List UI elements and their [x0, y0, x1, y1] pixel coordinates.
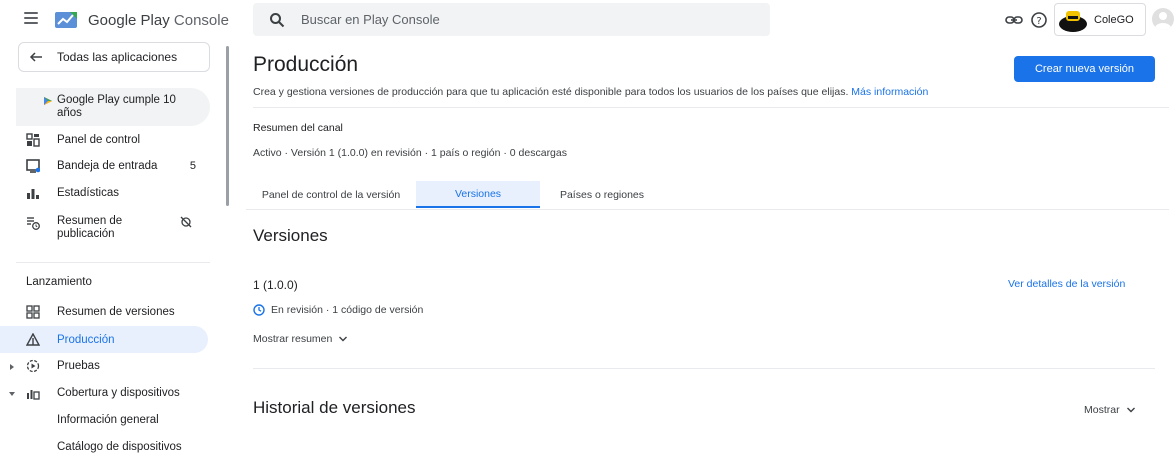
- all-apps-button[interactable]: Todas las aplicaciones: [18, 42, 210, 72]
- release-status-text: En revisión · 1 código de versión: [271, 304, 424, 316]
- sidebar-item-label: Resumen de versiones: [57, 306, 175, 318]
- sidebar-item-label: Pruebas: [57, 360, 100, 372]
- account-name: ColeGO: [1094, 13, 1134, 26]
- release-name: 1 (1.0.0): [253, 278, 298, 292]
- all-apps-label: Todas las aplicaciones: [57, 50, 178, 64]
- caret-right-icon: [10, 364, 14, 370]
- tab-release-dashboard[interactable]: Panel de control de la versión: [246, 181, 416, 208]
- promo-item[interactable]: Google Play cumple 10 años: [16, 88, 210, 126]
- inbox-icon: [26, 159, 40, 173]
- page-description: Crea y gestiona versiones de producción …: [253, 86, 928, 98]
- sidebar-item-label: Panel de control: [57, 134, 141, 146]
- create-release-button[interactable]: Crear nueva versión: [1014, 56, 1155, 82]
- chevron-down-icon: [1126, 407, 1135, 413]
- search-input[interactable]: [299, 11, 733, 28]
- promo-label: Google Play cumple 10 años: [57, 94, 176, 119]
- top-bar: Google Play Console ? ColeGO: [0, 0, 1176, 40]
- clock-icon: [253, 304, 265, 316]
- sidebar-item-label: Estadísticas: [57, 187, 119, 199]
- testing-icon: [26, 359, 40, 373]
- publishing-overview-icon: [27, 217, 40, 230]
- sidebar-item-publishing-overview[interactable]: Resumen de publicación: [0, 210, 210, 246]
- play-console-logo[interactable]: Google Play Console: [54, 8, 229, 32]
- release-status: En revisión · 1 código de versión: [253, 304, 423, 316]
- sidebar: Todas las aplicaciones Google Play cumpl…: [0, 40, 224, 457]
- channel-status: Activo · Versión 1 (1.0.0) en revisión ·…: [253, 147, 567, 159]
- more-info-link[interactable]: Más información: [851, 86, 928, 98]
- sidebar-item-production[interactable]: Producción: [0, 326, 208, 353]
- arrow-back-icon: [29, 52, 42, 62]
- caret-down-icon: [9, 392, 15, 396]
- search-bar[interactable]: [253, 3, 770, 36]
- help-icon[interactable]: ?: [1029, 10, 1049, 30]
- app-title: Google Play Console: [88, 11, 229, 29]
- sidebar-item-inbox[interactable]: Bandeja de entrada 5: [0, 154, 210, 178]
- sidebar-item-label: Bandeja de entrada: [57, 160, 158, 172]
- page-title: Producción: [253, 53, 359, 76]
- sidebar-subitem-device-catalog[interactable]: Catálogo de dispositivos: [57, 441, 182, 453]
- play-logo-icon: [44, 97, 52, 105]
- chevron-down-icon: [339, 336, 348, 342]
- link-icon[interactable]: [1004, 10, 1024, 30]
- tab-releases[interactable]: Versiones: [416, 181, 540, 208]
- header-divider: [253, 107, 1169, 108]
- section-title-launch: Lanzamiento: [26, 276, 92, 288]
- search-icon: [270, 12, 285, 27]
- sidebar-divider: [16, 262, 210, 263]
- tab-bar: Panel de control de la versión Versiones…: [246, 181, 1169, 210]
- sidebar-item-release-overview[interactable]: Resumen de versiones: [0, 300, 210, 324]
- developer-account-switcher[interactable]: ColeGO: [1054, 3, 1146, 36]
- section-divider: [253, 368, 1155, 369]
- sidebar-item-label: Resumen de publicación: [57, 215, 123, 240]
- sidebar-item-dashboard[interactable]: Panel de control: [0, 128, 210, 152]
- developer-logo-icon: [1059, 10, 1087, 32]
- channel-summary-title: Resumen del canal: [253, 122, 343, 134]
- play-console-logo-icon: [55, 12, 77, 28]
- sidebar-item-reach-devices[interactable]: Cobertura y dispositivos: [0, 381, 210, 405]
- show-summary-label: Mostrar resumen: [253, 333, 333, 345]
- avatar-icon: [1155, 12, 1171, 30]
- production-icon: [26, 332, 40, 346]
- show-summary-toggle[interactable]: Mostrar resumen: [253, 333, 348, 345]
- history-show-label: Mostrar: [1084, 404, 1120, 416]
- history-show-toggle[interactable]: Mostrar: [1084, 404, 1136, 416]
- hamburger-menu-icon[interactable]: [24, 12, 38, 24]
- view-release-details-link[interactable]: Ver detalles de la versión: [1008, 278, 1125, 290]
- user-avatar[interactable]: [1152, 8, 1174, 30]
- sidebar-item-testing[interactable]: Pruebas: [0, 354, 210, 378]
- sidebar-item-statistics[interactable]: Estadísticas: [0, 181, 210, 205]
- inbox-count-badge: 5: [189, 160, 196, 172]
- sync-disabled-icon: [180, 216, 192, 228]
- sidebar-item-label: Producción: [57, 333, 115, 346]
- svg-text:?: ?: [1036, 16, 1041, 27]
- sidebar-subitem-overview[interactable]: Información general: [57, 414, 159, 426]
- bar-chart-icon: [27, 189, 39, 199]
- release-history-heading: Historial de versiones: [253, 398, 416, 417]
- tab-countries-regions[interactable]: Países o regiones: [540, 181, 664, 208]
- dashboard-icon: [26, 133, 40, 147]
- sidebar-scrollbar[interactable]: [226, 46, 229, 206]
- versions-heading: Versiones: [253, 226, 328, 245]
- page-description-text: Crea y gestiona versiones de producción …: [253, 86, 849, 98]
- release-overview-icon: [26, 305, 40, 319]
- sidebar-item-label: Cobertura y dispositivos: [57, 387, 180, 399]
- reach-devices-icon: [27, 390, 40, 400]
